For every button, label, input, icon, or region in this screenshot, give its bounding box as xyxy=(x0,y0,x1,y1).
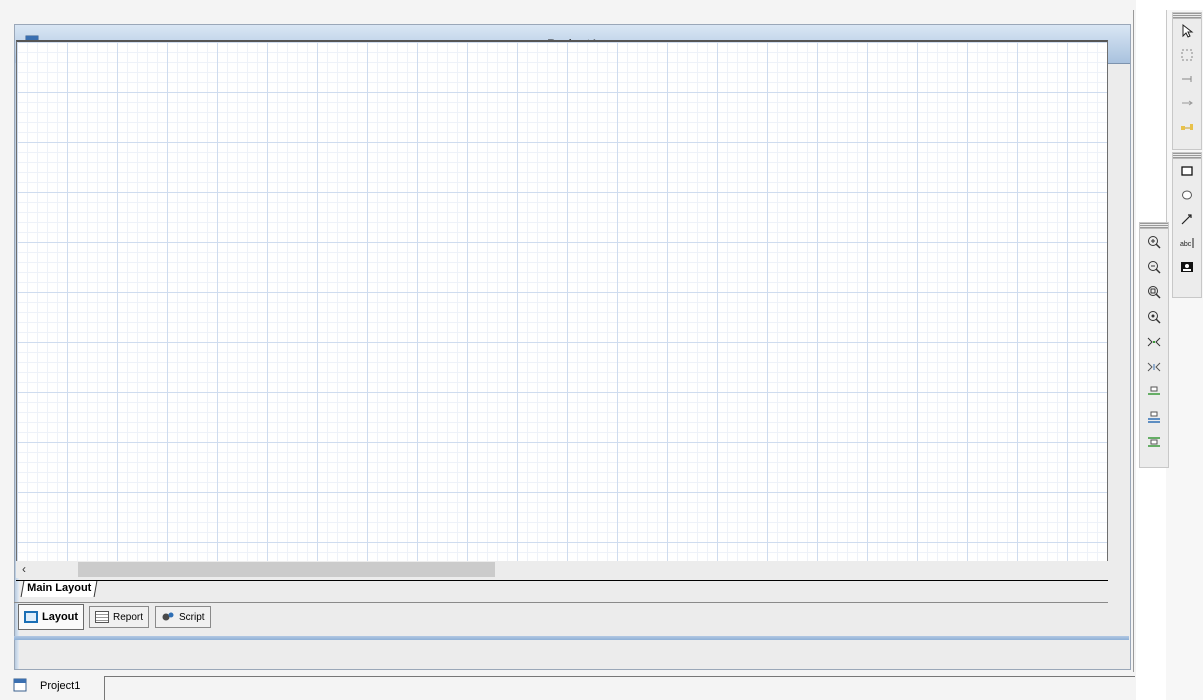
rectangle-icon xyxy=(1181,166,1193,176)
pointer-tool[interactable] xyxy=(1173,19,1201,43)
line-tool[interactable] xyxy=(1173,207,1201,231)
zoom-out-icon xyxy=(1148,260,1161,274)
taskbar-project-label[interactable]: Project1 xyxy=(40,680,80,692)
zoom-out-button[interactable] xyxy=(1140,254,1168,279)
layout-tab-strip: Main Layout xyxy=(16,580,1108,598)
marquee-select-icon xyxy=(1181,49,1193,61)
zoom-fit-button[interactable] xyxy=(1140,279,1168,304)
zoom-fit-icon xyxy=(1148,285,1161,299)
rectangle-tool[interactable] xyxy=(1173,159,1201,183)
fit-height-icon xyxy=(1147,362,1161,371)
tab-main-layout[interactable]: Main Layout xyxy=(20,581,98,597)
horizontal-scrollbar[interactable]: ‹ xyxy=(16,561,1108,578)
pointer-icon xyxy=(1182,23,1194,38)
fit-height-button[interactable] xyxy=(1140,354,1168,379)
script-icon xyxy=(162,612,174,621)
tab-layout-label: Layout xyxy=(42,611,79,623)
line-icon xyxy=(1181,214,1192,225)
report-icon xyxy=(95,611,109,623)
connector-tool[interactable] xyxy=(1173,67,1201,91)
tab-main-layout-label: Main Layout xyxy=(27,582,92,594)
connector-icon xyxy=(1182,76,1192,82)
text-icon: abc xyxy=(1180,238,1194,248)
align-middle-icon xyxy=(1148,411,1160,423)
workspace-border xyxy=(1133,10,1134,680)
tab-report-label: Report xyxy=(113,611,144,623)
link-tool-icon xyxy=(1181,124,1193,130)
taskbar-field xyxy=(105,676,1135,700)
ellipse-icon xyxy=(1182,190,1192,200)
image-tool[interactable] xyxy=(1173,255,1201,279)
tab-layout[interactable]: Layout xyxy=(18,604,85,630)
align-top-icon xyxy=(1148,386,1160,395)
zoom-toolbox xyxy=(1139,222,1169,468)
selection-toolbox xyxy=(1172,12,1202,150)
project-icon[interactable] xyxy=(12,677,28,693)
ellipse-tool[interactable] xyxy=(1173,183,1201,207)
scroll-left-icon[interactable]: ‹ xyxy=(22,562,26,576)
scrollbar-thumb[interactable] xyxy=(78,562,495,577)
window-bottom-border xyxy=(14,636,1129,640)
fit-width-icon xyxy=(1147,337,1161,346)
zoom-in-button[interactable] xyxy=(1140,229,1168,254)
text-tool-label: abc xyxy=(1180,241,1192,248)
text-tool[interactable]: abc xyxy=(1173,231,1201,255)
tab-script[interactable]: Script xyxy=(155,606,211,628)
layout-canvas[interactable] xyxy=(16,40,1108,566)
image-icon xyxy=(1181,262,1193,272)
layout-icon xyxy=(24,611,38,623)
align-middle-button[interactable] xyxy=(1140,404,1168,429)
link-tool[interactable] xyxy=(1173,115,1201,139)
zoom-in-icon xyxy=(1148,235,1161,249)
tab-script-label: Script xyxy=(179,611,205,623)
align-bottom-icon xyxy=(1148,436,1160,447)
arrow-connector-tool[interactable] xyxy=(1173,91,1201,115)
marquee-tool[interactable] xyxy=(1173,43,1201,67)
zoom-100-icon xyxy=(1148,310,1161,324)
tab-report[interactable]: Report xyxy=(89,606,150,628)
shapes-toolbox: abc xyxy=(1172,152,1202,298)
fit-width-button[interactable] xyxy=(1140,329,1168,354)
arrow-connector-icon xyxy=(1182,100,1193,106)
document-taskbar: Project1 xyxy=(0,672,1136,700)
align-top-button[interactable] xyxy=(1140,379,1168,404)
align-bottom-button[interactable] xyxy=(1140,429,1168,454)
zoom-100-button[interactable] xyxy=(1140,304,1168,329)
separator xyxy=(14,602,1108,603)
tab-strip-line xyxy=(16,580,1108,581)
